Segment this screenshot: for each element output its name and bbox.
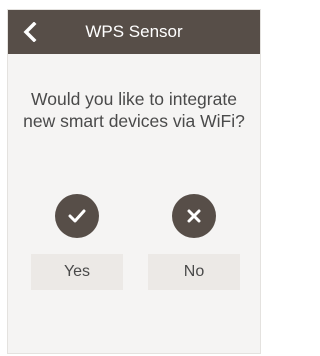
yes-button[interactable] — [55, 194, 99, 238]
back-button[interactable] — [8, 10, 52, 54]
question-text: Would you like to integrate new smart de… — [23, 89, 245, 131]
chevron-left-icon — [23, 22, 37, 42]
device-frame: WPS Sensor Would you like to integrate n… — [0, 0, 263, 356]
no-label[interactable]: No — [148, 254, 240, 290]
page-title: WPS Sensor — [85, 22, 183, 41]
no-option[interactable]: No — [148, 186, 240, 296]
no-button[interactable] — [172, 194, 216, 238]
yes-option[interactable]: Yes — [31, 186, 123, 296]
header-bar: WPS Sensor — [8, 10, 260, 54]
yes-label[interactable]: Yes — [31, 254, 123, 290]
close-icon — [187, 209, 201, 223]
screen: WPS Sensor Would you like to integrate n… — [7, 9, 261, 354]
check-icon — [68, 209, 86, 223]
